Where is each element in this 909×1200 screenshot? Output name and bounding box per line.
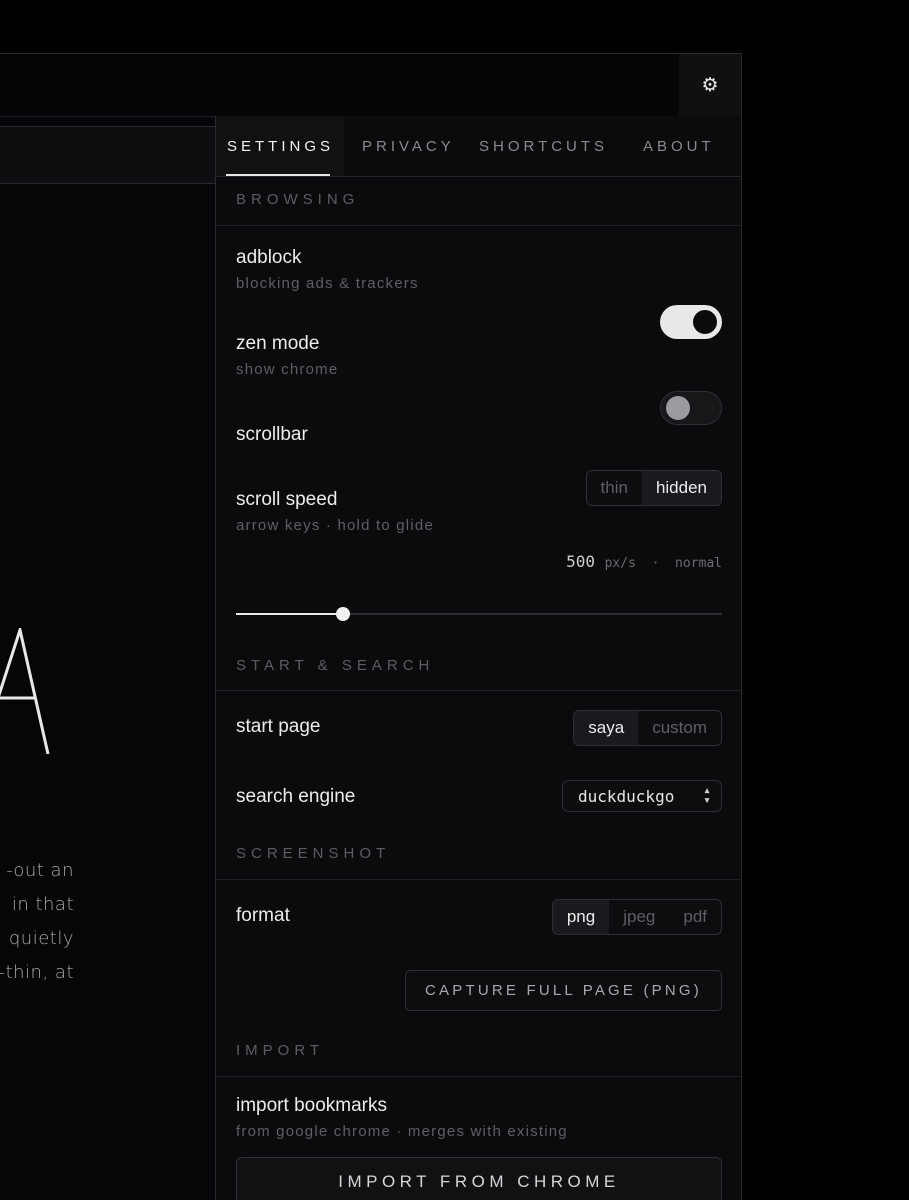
address-bar[interactable] [0,126,216,184]
zen-mode-toggle[interactable] [660,391,722,425]
paragraph-line: thin, at- [0,962,74,983]
settings-panel: SETTINGS PRIVACY SHORTCUTS ABOUT BROWSIN… [215,116,741,1200]
zen-mode-subtitle: show chrome [236,361,339,378]
slider-fill [236,613,343,615]
tab-shortcuts[interactable]: SHORTCUTS [479,116,608,176]
scrollbar-segmented: thin hidden [585,470,722,506]
divider [216,225,741,226]
scrollbar-option-hidden[interactable]: hidden [641,471,721,505]
search-engine-value: duckduckgo [578,786,675,806]
adblock-title: adblock [236,247,302,268]
scrollbar-option-thin[interactable]: thin [587,471,642,505]
settings-tabs: SETTINGS PRIVACY SHORTCUTS ABOUT [216,116,741,177]
section-start-search: START & SEARCH [236,657,435,674]
tab-about[interactable]: ABOUT [643,116,715,176]
gear-icon[interactable]: ⚙ [679,54,741,116]
scroll-speed-subtitle: arrow keys · hold to glide [236,517,434,534]
format-option-pdf[interactable]: pdf [669,900,721,934]
section-browsing: BROWSING [236,191,360,208]
format-title: format [236,905,290,926]
scroll-speed-readout: 500 px/s · normal [566,552,722,571]
readout-separator: · [651,556,660,571]
chevron-updown-icon: ▴ ▾ [703,783,711,808]
scroll-speed-value: 500 [566,552,595,571]
hero-letter-a [0,628,50,754]
paragraph-line: in that [11,894,74,915]
search-engine-title: search engine [236,786,356,807]
toggle-knob [666,396,690,420]
tab-privacy[interactable]: PRIVACY [362,116,455,176]
scroll-speed-label: normal [675,556,722,571]
divider [216,690,741,691]
background-paragraph: out an- in that quietly thin, at- [0,854,74,990]
search-engine-select[interactable]: duckduckgo ▴ ▾ [562,780,722,812]
divider [216,1076,741,1077]
browser-window: ⚙ out an- in that quietly thin, at- SETT… [0,53,742,1200]
scroll-speed-unit: px/s [604,556,636,571]
format-segmented: png jpeg pdf [551,899,722,935]
toggle-knob [693,310,717,334]
adblock-toggle[interactable] [660,305,722,339]
import-from-chrome-button[interactable]: IMPORT FROM CHROME [236,1157,722,1200]
zen-mode-title: zen mode [236,333,320,354]
paragraph-line: out an- [6,860,74,881]
capture-full-page-button[interactable]: CAPTURE FULL PAGE (PNG) [405,970,722,1011]
start-page-segmented: saya custom [573,710,722,746]
start-page-title: start page [236,716,321,737]
start-page-option-custom[interactable]: custom [638,711,721,745]
scroll-speed-slider[interactable] [236,607,722,621]
format-option-jpeg[interactable]: jpeg [609,900,669,934]
adblock-subtitle: blocking ads & trackers [236,275,419,292]
section-import: IMPORT [236,1042,325,1059]
tab-settings[interactable]: SETTINGS [216,116,344,176]
paragraph-line: quietly [8,928,74,949]
import-bookmarks-title: import bookmarks [236,1095,387,1116]
top-bar: ⚙ [0,54,741,117]
section-screenshot: SCREENSHOT [236,845,391,862]
format-option-png[interactable]: png [552,900,610,934]
scrollbar-title: scrollbar [236,424,308,445]
slider-thumb[interactable] [335,607,350,621]
background-page: out an- in that quietly thin, at- [0,116,216,1200]
scroll-speed-title: scroll speed [236,489,338,510]
import-bookmarks-subtitle: from google chrome · merges with existin… [236,1123,568,1140]
divider [216,879,741,880]
start-page-option-saya[interactable]: saya [574,711,639,745]
